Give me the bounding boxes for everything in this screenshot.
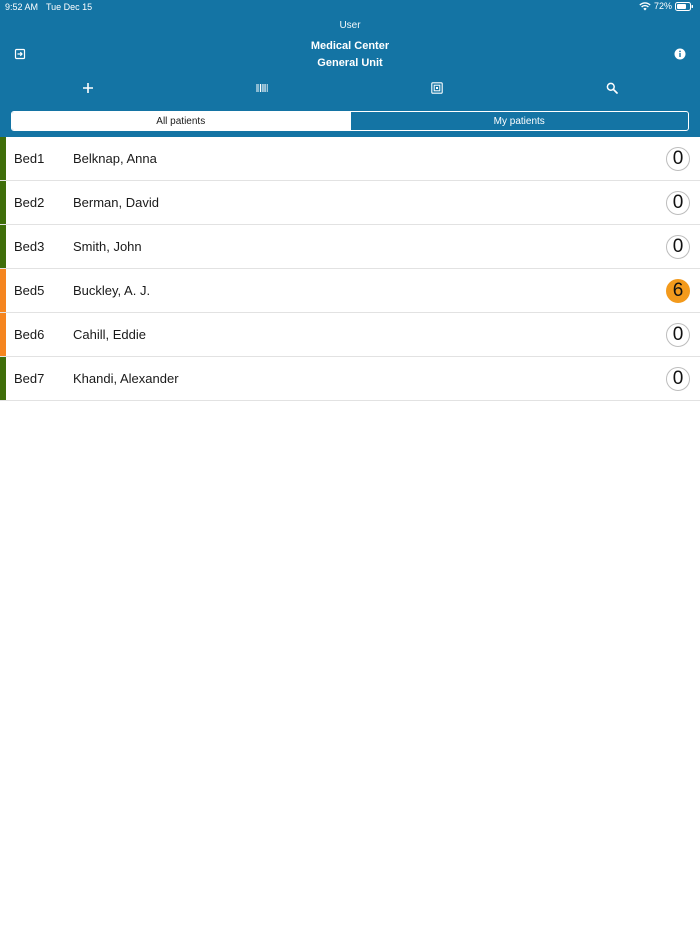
status-strip [0,181,6,224]
user-label: User [339,20,361,31]
info-button[interactable] [668,42,692,66]
status-time: 9:52 AM [5,2,39,12]
patient-row[interactable]: Bed5 Buckley, A. J. 6 [0,269,700,313]
unit-title: General Unit [317,57,383,69]
patient-list: Bed1 Belknap, Anna 0 Bed2 Berman, David … [0,137,700,401]
patient-name: Smith, John [73,239,142,254]
patient-row[interactable]: Bed1 Belknap, Anna 0 [0,137,700,181]
status-bar: 9:52 AM Tue Dec 15 72% [0,0,700,14]
patient-name: Belknap, Anna [73,151,157,166]
status-strip [0,313,6,356]
status-strip [0,225,6,268]
patient-row[interactable]: Bed2 Berman, David 0 [0,181,700,225]
info-icon [674,48,686,60]
search-button[interactable] [600,76,624,100]
app-header: 9:52 AM Tue Dec 15 72% User Medical Cent… [0,0,700,137]
wifi-icon [639,1,651,11]
scan-icon [431,82,443,94]
count-badge: 0 [666,367,690,391]
patient-row[interactable]: Bed6 Cahill, Eddie 0 [0,313,700,357]
patient-name: Buckley, A. J. [73,283,151,298]
battery-percent: 72% [653,1,672,11]
status-indicators: 72% [639,1,694,11]
status-date: Tue Dec 15 [46,2,93,12]
plus-icon [82,82,94,94]
patient-row[interactable]: Bed7 Khandi, Alexander 0 [0,357,700,401]
scan-button[interactable] [425,76,449,100]
barcode-icon [256,83,268,93]
count-badge: 6 [666,279,690,303]
status-strip [0,137,6,180]
bed-label: Bed7 [14,371,45,386]
bed-label: Bed5 [14,283,45,298]
facility-title: Medical Center [310,40,390,52]
logout-icon [14,48,26,60]
add-patient-button[interactable] [76,76,100,100]
status-strip [0,269,6,312]
bed-label: Bed6 [14,327,45,342]
count-badge: 0 [666,191,690,215]
count-badge: 0 [666,147,690,171]
patient-filter-tabs: All patients My patients [11,111,689,131]
count-badge: 0 [666,235,690,259]
barcode-scan-button[interactable] [250,76,274,100]
tab-all-patients[interactable]: All patients [12,112,350,130]
logout-button[interactable] [8,42,32,66]
status-strip [0,357,6,400]
tab-my-patients[interactable]: My patients [349,112,689,130]
battery-icon [675,1,694,11]
bed-label: Bed3 [14,239,45,254]
patient-row[interactable]: Bed3 Smith, John 0 [0,225,700,269]
search-icon [606,82,618,94]
bed-label: Bed2 [14,195,45,210]
patient-name: Cahill, Eddie [73,327,146,342]
count-badge: 0 [666,323,690,347]
patient-name: Berman, David [73,195,159,210]
bed-label: Bed1 [14,151,45,166]
patient-name: Khandi, Alexander [73,371,179,386]
